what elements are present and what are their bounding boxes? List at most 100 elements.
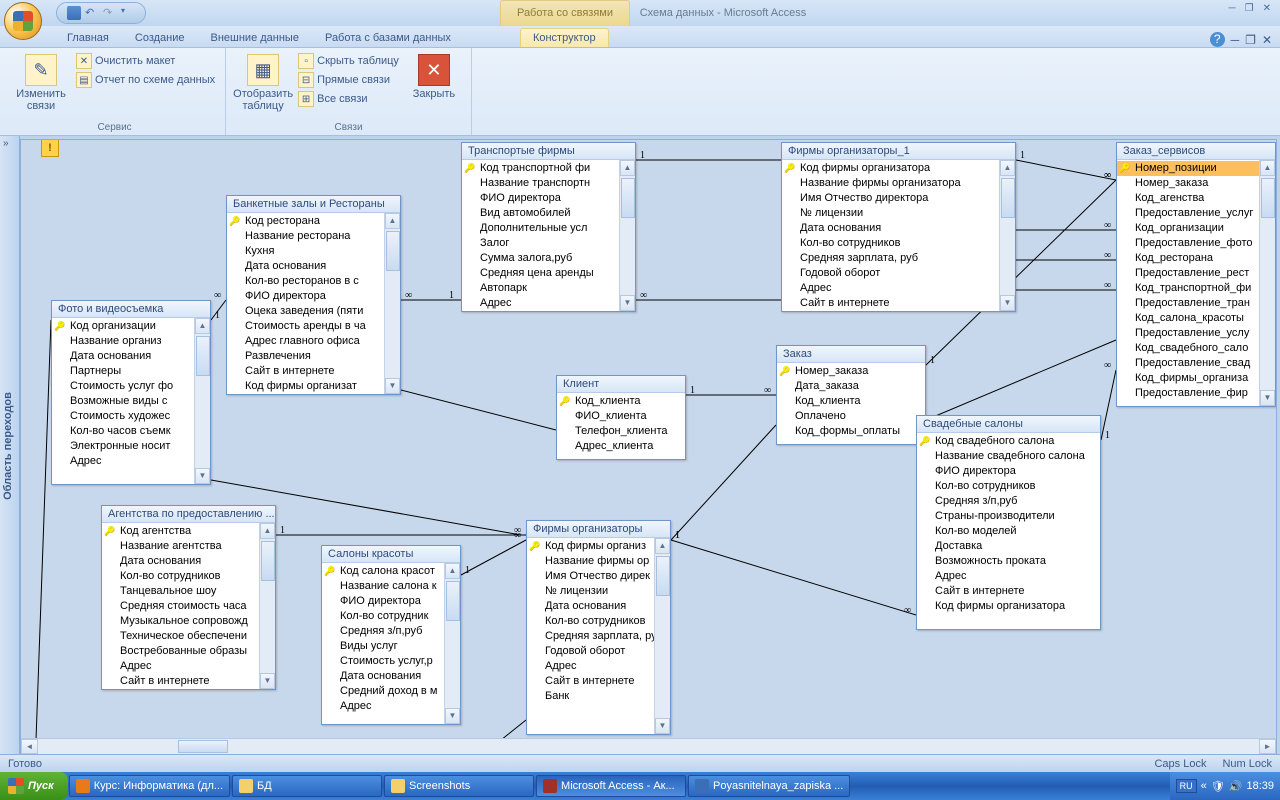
field[interactable]: Адрес bbox=[527, 659, 654, 674]
field[interactable]: Адрес bbox=[782, 281, 999, 296]
doc-restore-icon[interactable]: ❐ bbox=[1245, 33, 1256, 47]
field[interactable]: Номер_заказа bbox=[777, 364, 925, 379]
field[interactable]: Имя Отчество дирек bbox=[527, 569, 654, 584]
table-agency[interactable]: Агентства по предоставлению ...Код агент… bbox=[101, 505, 276, 690]
field[interactable]: Название ресторана bbox=[227, 229, 384, 244]
field[interactable]: Кол-во моделей bbox=[917, 524, 1100, 539]
field[interactable]: Адрес главного офиса bbox=[227, 334, 384, 349]
table-header[interactable]: Транспортые фирмы bbox=[462, 143, 635, 160]
field[interactable]: Предоставление_услу bbox=[1117, 326, 1259, 341]
field[interactable]: Предоставление_свад bbox=[1117, 356, 1259, 371]
undo-icon[interactable]: ↶ bbox=[85, 6, 99, 20]
table-header[interactable]: Агентства по предоставлению ... bbox=[102, 506, 275, 523]
field[interactable]: Возможность проката bbox=[917, 554, 1100, 569]
help-icon[interactable]: ? bbox=[1210, 32, 1225, 47]
field[interactable]: Код_организации bbox=[1117, 221, 1259, 236]
field[interactable]: Банк bbox=[527, 689, 654, 704]
field[interactable]: Годовой оборот bbox=[782, 266, 999, 281]
field[interactable]: Стоимость аренды в ча bbox=[227, 319, 384, 334]
field[interactable]: Код салона красот bbox=[322, 564, 444, 579]
field[interactable]: Код_ресторана bbox=[1117, 251, 1259, 266]
field[interactable]: Адрес bbox=[462, 296, 619, 311]
field[interactable]: Автопарк bbox=[462, 281, 619, 296]
office-button[interactable] bbox=[4, 2, 42, 40]
field[interactable]: Сумма залога,руб bbox=[462, 251, 619, 266]
field[interactable]: Название организ bbox=[52, 334, 194, 349]
field[interactable]: Адрес_клиента bbox=[557, 439, 685, 454]
field[interactable]: Адрес bbox=[102, 659, 259, 674]
field[interactable]: Кол-во сотрудников bbox=[527, 614, 654, 629]
close-button[interactable]: ✕ Закрыть bbox=[405, 52, 463, 102]
tray-icon-2[interactable]: 🔊 bbox=[1229, 780, 1243, 793]
taskbar-item[interactable]: Screenshots bbox=[384, 775, 534, 797]
field[interactable]: ФИО директора bbox=[322, 594, 444, 609]
vertical-scrollbar[interactable]: ▲▼ bbox=[999, 160, 1015, 311]
scroll-right-icon[interactable]: ► bbox=[1259, 739, 1276, 754]
field[interactable]: Кухня bbox=[227, 244, 384, 259]
scroll-thumb[interactable] bbox=[178, 740, 228, 753]
field[interactable]: Средняя стоимость часа bbox=[102, 599, 259, 614]
field[interactable]: Код транспортной фи bbox=[462, 161, 619, 176]
field[interactable]: Предоставление_тран bbox=[1117, 296, 1259, 311]
field[interactable]: Код_фирмы_организа bbox=[1117, 371, 1259, 386]
field[interactable]: Код фирмы организатора bbox=[917, 599, 1100, 614]
table-header[interactable]: Фирмы организаторы bbox=[527, 521, 670, 538]
taskbar-item[interactable]: Poyasnitelnaya_zapiska ... bbox=[688, 775, 850, 797]
vertical-scrollbar[interactable]: ▲▼ bbox=[384, 213, 400, 394]
field[interactable]: Электронные носит bbox=[52, 439, 194, 454]
relationship-report-button[interactable]: ▤Отчет по схеме данных bbox=[74, 71, 217, 89]
taskbar-item[interactable]: Курс: Информатика (дл... bbox=[69, 775, 230, 797]
doc-close-icon[interactable]: ✕ bbox=[1262, 33, 1272, 47]
field[interactable]: Код агентства bbox=[102, 524, 259, 539]
field[interactable]: Телефон_клиента bbox=[557, 424, 685, 439]
save-icon[interactable] bbox=[67, 6, 81, 20]
field[interactable]: Востребованные образы bbox=[102, 644, 259, 659]
field[interactable]: Предоставление_фир bbox=[1117, 386, 1259, 401]
field[interactable]: Средняя цена аренды bbox=[462, 266, 619, 281]
tab-database[interactable]: Работа с базами данных bbox=[312, 28, 464, 47]
field[interactable]: ФИО директора bbox=[917, 464, 1100, 479]
field[interactable]: Адрес bbox=[322, 699, 444, 714]
vertical-scrollbar[interactable]: ▲▼ bbox=[654, 538, 670, 734]
field[interactable]: № лицензии bbox=[527, 584, 654, 599]
table-org1[interactable]: Фирмы организаторы_1Код фирмы организато… bbox=[781, 142, 1016, 312]
field[interactable]: Дата основания bbox=[527, 599, 654, 614]
field[interactable]: Оцека заведения (пяти bbox=[227, 304, 384, 319]
field[interactable]: Код ресторана bbox=[227, 214, 384, 229]
field[interactable]: Сайт в интернете bbox=[917, 584, 1100, 599]
doc-minimize-icon[interactable]: ─ bbox=[1231, 33, 1240, 47]
field[interactable]: Виды услуг bbox=[322, 639, 444, 654]
tab-external[interactable]: Внешние данные bbox=[198, 28, 312, 47]
field[interactable]: Средняя зарплата, руб bbox=[782, 251, 999, 266]
system-tray[interactable]: RU « 🛡 🔊 18:39 bbox=[1170, 772, 1280, 800]
field[interactable]: Код фирмы организатора bbox=[782, 161, 999, 176]
table-service[interactable]: Заказ_сервисовНомер_позицииНомер_заказаК… bbox=[1116, 142, 1276, 407]
field[interactable]: ФИО директора bbox=[227, 289, 384, 304]
field[interactable]: Оплачено bbox=[777, 409, 925, 424]
clear-layout-button[interactable]: ✕Очистить макет bbox=[74, 52, 217, 70]
field[interactable]: Стоимость услуг фо bbox=[52, 379, 194, 394]
table-header[interactable]: Салоны красоты bbox=[322, 546, 460, 563]
field[interactable]: Дата основания bbox=[782, 221, 999, 236]
field[interactable]: Код_клиента bbox=[777, 394, 925, 409]
edit-relationships-button[interactable]: ✎ Изменить связи bbox=[12, 52, 70, 114]
field[interactable]: Средний доход в м bbox=[322, 684, 444, 699]
field[interactable]: Код_свадебного_сало bbox=[1117, 341, 1259, 356]
field[interactable]: Предоставление_услуг bbox=[1117, 206, 1259, 221]
field[interactable]: Сайт в интернете bbox=[782, 296, 999, 311]
field[interactable]: Танцевальное шоу bbox=[102, 584, 259, 599]
table-transport[interactable]: Транспортые фирмыКод транспортной фиНазв… bbox=[461, 142, 636, 312]
field[interactable]: Кол-во часов съемк bbox=[52, 424, 194, 439]
field[interactable]: Название свадебного салона bbox=[917, 449, 1100, 464]
field[interactable]: Название фирмы организатора bbox=[782, 176, 999, 191]
field[interactable]: Средняя з/п,руб bbox=[917, 494, 1100, 509]
navigation-pane-collapsed[interactable]: » Область переходов bbox=[0, 136, 20, 756]
start-button[interactable]: Пуск bbox=[0, 772, 68, 800]
field[interactable]: Страны-производители bbox=[917, 509, 1100, 524]
all-relations-button[interactable]: ⊞Все связи bbox=[296, 90, 401, 108]
field[interactable]: Код_транспортной_фи bbox=[1117, 281, 1259, 296]
field[interactable]: № лицензии bbox=[782, 206, 999, 221]
quick-access-toolbar[interactable]: ↶ ↷ ▾ bbox=[56, 2, 146, 24]
field[interactable]: Дата_заказа bbox=[777, 379, 925, 394]
field[interactable]: Дата основания bbox=[52, 349, 194, 364]
